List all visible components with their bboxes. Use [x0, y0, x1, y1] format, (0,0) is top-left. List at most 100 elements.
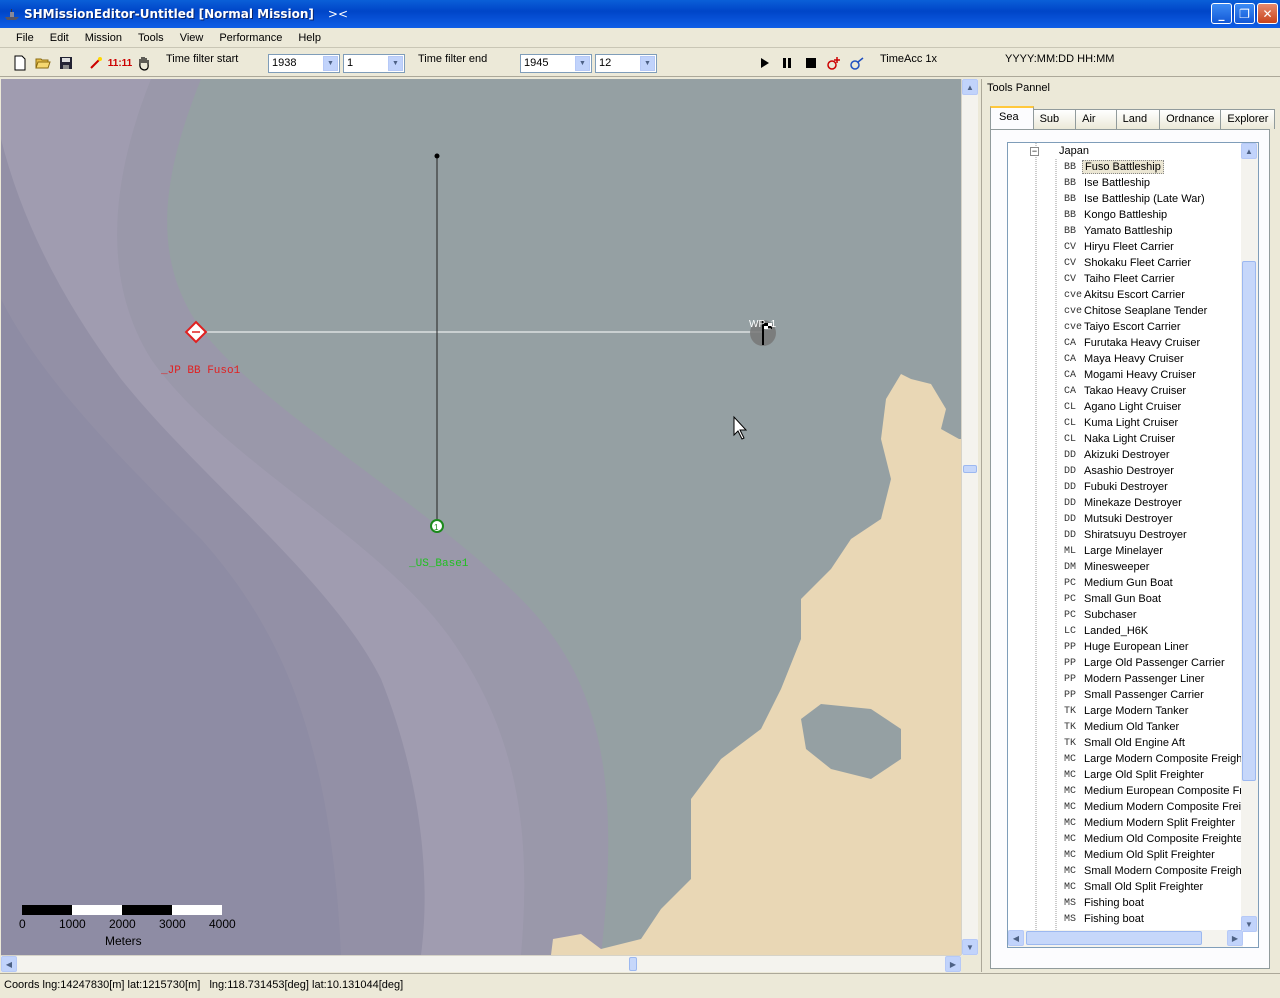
tree-item[interactable]: MC Medium Old Composite Freighter — [1064, 831, 1248, 847]
tree-item[interactable]: CL Naka Light Cruiser — [1064, 431, 1177, 447]
tree-item[interactable]: DM Minesweeper — [1064, 559, 1151, 575]
tree-item[interactable]: BB Fuso Battleship — [1064, 159, 1164, 175]
tree-item[interactable]: MC Medium Modern Split Freighter — [1064, 815, 1237, 831]
collapse-icon[interactable]: − — [1030, 146, 1039, 156]
menu-mission[interactable]: Mission — [77, 30, 130, 46]
tree-node-japan[interactable]: − Japan — [1030, 143, 1089, 159]
tree-item[interactable]: PC Medium Gun Boat — [1064, 575, 1175, 591]
tree-item[interactable]: DD Mutsuki Destroyer — [1064, 511, 1175, 527]
pause-button[interactable] — [777, 53, 797, 73]
new-file-button[interactable] — [10, 53, 30, 73]
menu-performance[interactable]: Performance — [211, 30, 290, 46]
add-unit-button[interactable] — [824, 53, 844, 73]
tree-item[interactable]: MC Large Modern Composite Freighter — [1064, 751, 1257, 767]
tree-item[interactable]: ML Large Minelayer — [1064, 543, 1165, 559]
tree-item[interactable]: PC Subchaser — [1064, 607, 1139, 623]
tree-hscroll-thumb[interactable] — [1026, 931, 1202, 945]
tree-item[interactable]: MC Medium Old Split Freighter — [1064, 847, 1217, 863]
tree-item[interactable]: MS Fishing boat — [1064, 911, 1146, 927]
map-vertical-scrollbar[interactable]: ▲ ▼ — [961, 79, 978, 955]
scroll-right-button[interactable]: ▶ — [945, 956, 961, 972]
tree-item[interactable]: MC Small Modern Composite Freighter — [1064, 863, 1257, 879]
tree-item[interactable]: cve Taiyo Escort Carrier — [1064, 319, 1183, 335]
tree-item[interactable]: DD Shiratsuyu Destroyer — [1064, 527, 1189, 543]
tree-item[interactable]: CA Takao Heavy Cruiser — [1064, 383, 1188, 399]
tree-item[interactable]: cve Chitose Seaplane Tender — [1064, 303, 1209, 319]
tree-item[interactable]: DD Minekaze Destroyer — [1064, 495, 1184, 511]
menu-help[interactable]: Help — [290, 30, 329, 46]
scroll-left-button[interactable]: ◀ — [1, 956, 17, 972]
tree-item[interactable]: TK Small Old Engine Aft — [1064, 735, 1187, 751]
tree-item[interactable]: BB Ise Battleship — [1064, 175, 1152, 191]
stop-button[interactable] — [801, 53, 821, 73]
tree-vertical-scrollbar[interactable]: ▲ ▼ — [1241, 143, 1258, 932]
tree-item[interactable]: CA Furutaka Heavy Cruiser — [1064, 335, 1202, 351]
tree-item[interactable]: DD Asashio Destroyer — [1064, 463, 1176, 479]
tab-air[interactable]: Air — [1075, 109, 1117, 129]
tree-scroll-thumb[interactable] — [1242, 261, 1256, 781]
end-year-select[interactable]: 1945 ▼ — [520, 54, 592, 73]
tree-item[interactable]: PP Large Old Passenger Carrier — [1064, 655, 1227, 671]
tree-item[interactable]: CL Kuma Light Cruiser — [1064, 415, 1180, 431]
tree-item[interactable]: BB Ise Battleship (Late War) — [1064, 191, 1207, 207]
menu-edit[interactable]: Edit — [42, 30, 77, 46]
scroll-down-button[interactable]: ▼ — [962, 939, 978, 955]
tree-item[interactable]: MC Large Old Split Freighter — [1064, 767, 1206, 783]
tab-ordnance[interactable]: Ordnance — [1159, 109, 1222, 129]
tab-land[interactable]: Land — [1115, 109, 1161, 129]
start-month-select[interactable]: 1 ▼ — [343, 54, 405, 73]
tree-item[interactable]: DD Akizuki Destroyer — [1064, 447, 1172, 463]
tree-item[interactable]: BB Yamato Battleship — [1064, 223, 1174, 239]
minimize-button[interactable]: _ — [1211, 3, 1232, 24]
tree-horizontal-scrollbar[interactable]: ◀ ▶ — [1008, 930, 1243, 947]
maximize-button[interactable]: ❐ — [1234, 3, 1255, 24]
hand-tool-button[interactable] — [134, 53, 154, 73]
tree-item[interactable]: MC Medium European Composite Freighter — [1064, 783, 1258, 799]
tree-item[interactable]: PP Small Passenger Carrier — [1064, 687, 1206, 703]
tree-item[interactable]: CV Shokaku Fleet Carrier — [1064, 255, 1193, 271]
tree-item[interactable]: CL Agano Light Cruiser — [1064, 399, 1183, 415]
tree-item[interactable]: PP Huge European Liner — [1064, 639, 1191, 655]
tree-item[interactable]: PP Modern Passenger Liner — [1064, 671, 1206, 687]
unit-base-marker[interactable]: 1 — [430, 519, 444, 533]
add-waypoint-button[interactable] — [847, 53, 867, 73]
tab-sea[interactable]: Sea — [990, 106, 1034, 129]
tree-item[interactable]: PC Small Gun Boat — [1064, 591, 1163, 607]
end-month-select[interactable]: 12 ▼ — [595, 54, 657, 73]
menu-file[interactable]: File — [8, 30, 42, 46]
tree-item[interactable]: CV Hiryu Fleet Carrier — [1064, 239, 1176, 255]
play-button[interactable] — [754, 53, 774, 73]
tree-scroll-up-button[interactable]: ▲ — [1241, 143, 1257, 159]
tree-item[interactable]: TK Medium Old Tanker — [1064, 719, 1181, 735]
menu-tools[interactable]: Tools — [130, 30, 172, 46]
tree-item[interactable]: MC Medium Modern Composite Freighter — [1064, 799, 1258, 815]
menu-view[interactable]: View — [172, 30, 212, 46]
tree-item[interactable]: MC Small Old Split Freighter — [1064, 879, 1205, 895]
tree-item[interactable]: CV Taiho Fleet Carrier — [1064, 271, 1176, 287]
open-file-button[interactable] — [33, 53, 53, 73]
close-button[interactable]: ✕ — [1257, 3, 1278, 24]
tree-item[interactable]: DD Fubuki Destroyer — [1064, 479, 1170, 495]
tree-item[interactable]: BB Kongo Battleship — [1064, 207, 1169, 223]
start-year-select[interactable]: 1938 ▼ — [268, 54, 340, 73]
tree-scroll-right-button[interactable]: ▶ — [1227, 930, 1243, 946]
tree-item[interactable]: cve Akitsu Escort Carrier — [1064, 287, 1187, 303]
scroll-up-button[interactable]: ▲ — [962, 79, 978, 95]
tree-item[interactable]: CA Maya Heavy Cruiser — [1064, 351, 1186, 367]
magic-wand-button[interactable] — [86, 53, 106, 73]
tree-item[interactable]: CA Mogami Heavy Cruiser — [1064, 367, 1198, 383]
tree-item[interactable]: LC Landed_H6K — [1064, 623, 1150, 639]
tree-scroll-left-button[interactable]: ◀ — [1008, 930, 1024, 946]
map-canvas[interactable]: _JP BB Fuso1 1 _US_Base1 WP_1 — [1, 79, 961, 955]
tree-scroll-down-button[interactable]: ▼ — [1241, 916, 1257, 932]
save-button[interactable] — [56, 53, 76, 73]
vertical-scroll-thumb[interactable] — [963, 465, 977, 473]
tree-item[interactable]: TK Large Modern Tanker — [1064, 703, 1190, 719]
clock-button[interactable]: 11:11 — [108, 53, 132, 73]
map-horizontal-scrollbar[interactable]: ◀ ▶ — [1, 955, 961, 972]
unit-tree[interactable]: − Japan BB Fuso Battleship BB Ise Battleshi… — [1007, 142, 1259, 948]
mission-map[interactable]: _JP BB Fuso1 1 _US_Base1 WP_1 0 1000 200… — [1, 79, 961, 955]
tab-sub[interactable]: Sub — [1032, 109, 1077, 129]
tree-item[interactable]: MS Fishing boat — [1064, 895, 1146, 911]
tab-explorer[interactable]: Explorer — [1220, 109, 1276, 129]
